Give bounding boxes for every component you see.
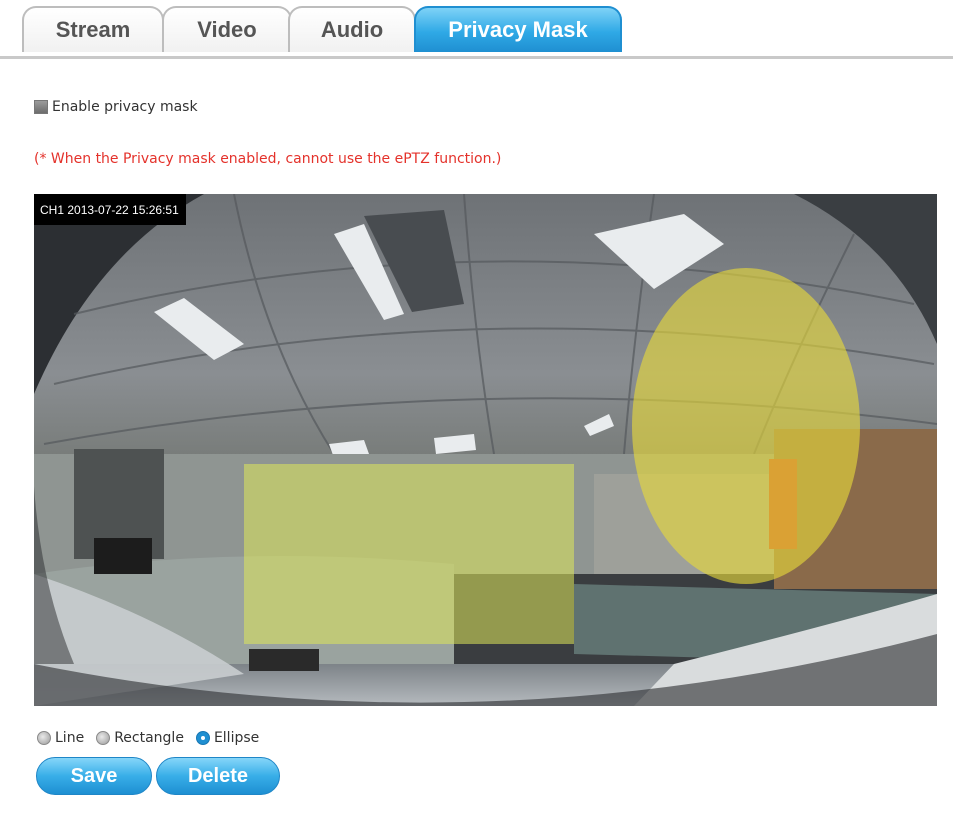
- shape-option-ellipse[interactable]: Ellipse: [195, 730, 260, 746]
- enable-privacy-checkbox[interactable]: [34, 100, 48, 114]
- tab-video[interactable]: Video: [162, 6, 292, 52]
- line-label: Line: [55, 730, 85, 746]
- tab-privacy-mask[interactable]: Privacy Mask: [414, 6, 622, 52]
- line-radio[interactable]: [37, 731, 51, 745]
- timestamp-overlay: CH1 2013-07-22 15:26:51: [34, 194, 186, 225]
- settings-tabs: Stream Video Audio Privacy Mask: [22, 6, 952, 56]
- rectangle-radio[interactable]: [96, 731, 111, 745]
- shape-option-line[interactable]: Line: [37, 730, 84, 746]
- enable-privacy-row: Enable privacy mask: [34, 99, 198, 115]
- ellipse-radio[interactable]: [195, 731, 210, 745]
- camera-scene: [34, 194, 937, 706]
- privacy-mask-ellipse[interactable]: [632, 268, 860, 584]
- rectangle-label: Rectangle: [114, 730, 184, 746]
- mask-shape-selector: Line Rectangle Ellipse: [37, 730, 271, 746]
- privacy-mask-rectangle[interactable]: [244, 464, 574, 644]
- tab-audio[interactable]: Audio: [288, 6, 416, 52]
- save-button[interactable]: Save: [36, 757, 152, 795]
- video-preview[interactable]: CH1 2013-07-22 15:26:51: [34, 194, 937, 706]
- privacy-mask-page: Stream Video Audio Privacy Mask Enable p…: [0, 0, 953, 814]
- tab-stream[interactable]: Stream: [22, 6, 164, 52]
- eptz-warning-text: (* When the Privacy mask enabled, cannot…: [34, 151, 502, 167]
- tab-underline: [0, 56, 953, 59]
- shape-option-rectangle[interactable]: Rectangle: [96, 730, 184, 746]
- ellipse-label: Ellipse: [213, 730, 260, 746]
- delete-button[interactable]: Delete: [156, 757, 280, 795]
- enable-privacy-label: Enable privacy mask: [52, 99, 198, 115]
